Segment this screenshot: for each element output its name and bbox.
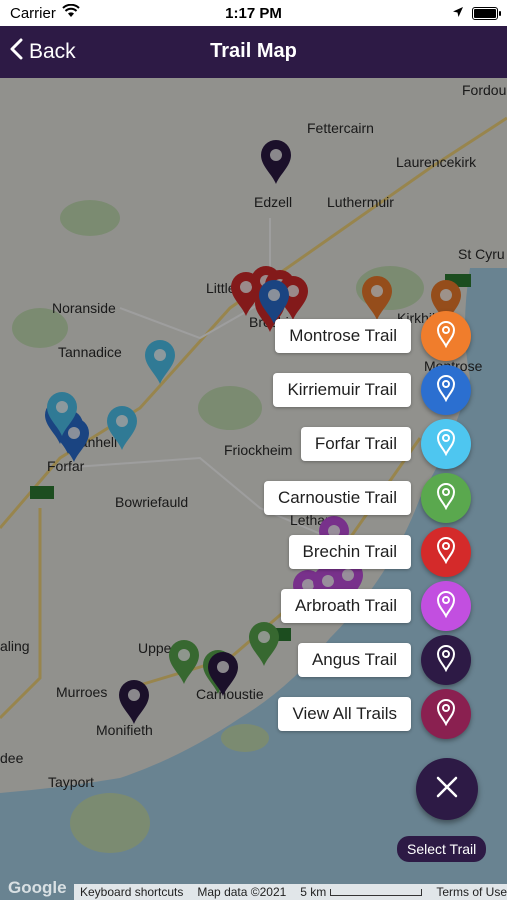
trail-menu-item[interactable]: Forfar Trail: [300, 416, 471, 472]
keyboard-shortcuts-link[interactable]: Keyboard shortcuts: [80, 885, 183, 899]
trail-pin-button[interactable]: [421, 581, 471, 631]
trail-menu-label[interactable]: Brechin Trail: [288, 535, 411, 569]
trail-menu-item[interactable]: Angus Trail: [297, 632, 471, 688]
battery-icon: [472, 7, 501, 20]
close-menu-button[interactable]: [416, 758, 478, 820]
trail-menu-label[interactable]: View All Trails: [278, 697, 411, 731]
close-icon: [435, 775, 459, 804]
map-pin-icon: [435, 644, 457, 677]
trail-pin-button[interactable]: [421, 527, 471, 577]
trail-pin-button[interactable]: [421, 689, 471, 739]
trail-menu-item[interactable]: Kirriemuir Trail: [273, 362, 471, 418]
google-logo: Google: [8, 878, 67, 897]
trail-menu-label[interactable]: Montrose Trail: [275, 319, 411, 353]
trail-menu-item[interactable]: Arbroath Trail: [280, 578, 471, 634]
trail-menu-label[interactable]: Forfar Trail: [300, 427, 411, 461]
scale-bar: [330, 889, 423, 897]
scale-text: 5 km: [300, 885, 327, 899]
status-bar: Carrier 1:17 PM: [0, 0, 507, 26]
trail-menu-label[interactable]: Arbroath Trail: [280, 589, 411, 623]
map-pin-icon: [435, 374, 457, 407]
location-arrow-icon: [452, 5, 464, 22]
scale-label: 5 km: [300, 885, 423, 899]
trail-pin-button[interactable]: [421, 365, 471, 415]
map-footer: Google Keyboard shortcuts Map data ©2021…: [0, 878, 507, 900]
trail-pin-button[interactable]: [421, 473, 471, 523]
trail-menu-item[interactable]: Brechin Trail: [288, 524, 471, 580]
trail-menu-label[interactable]: Kirriemuir Trail: [273, 373, 411, 407]
map-pin-icon: [435, 428, 457, 461]
trail-pin-button[interactable]: [421, 419, 471, 469]
map-pin-icon: [435, 698, 457, 731]
map-pin-icon: [435, 536, 457, 569]
trail-pin-button[interactable]: [421, 311, 471, 361]
navigation-bar: Back Trail Map: [0, 26, 507, 78]
map-view[interactable]: Fettercairn Fordou Edzell Laurencekirk L…: [0, 78, 507, 900]
page-title: Trail Map: [210, 40, 297, 62]
trail-menu-item[interactable]: Carnoustie Trail: [263, 470, 471, 526]
map-data-label: Map data ©2021: [197, 885, 287, 899]
map-pin-icon: [435, 482, 457, 515]
chevron-left-icon: [10, 38, 23, 66]
trail-menu-item[interactable]: View All Trails: [278, 686, 471, 742]
map-attribution-bar: Keyboard shortcuts Map data ©2021 5 km T…: [74, 884, 507, 900]
trail-pin-button[interactable]: [421, 635, 471, 685]
trail-menu-label[interactable]: Carnoustie Trail: [263, 481, 411, 515]
trail-menu-item[interactable]: Montrose Trail: [275, 308, 471, 364]
map-pin-icon: [435, 320, 457, 353]
terms-of-use-link[interactable]: Terms of Use: [436, 885, 507, 899]
back-button[interactable]: Back: [10, 38, 76, 66]
status-time: 1:17 PM: [225, 5, 282, 22]
map-pin-icon: [435, 590, 457, 623]
back-label: Back: [29, 40, 76, 63]
trail-menu-label[interactable]: Angus Trail: [297, 643, 411, 677]
select-trail-label: Select Trail: [397, 836, 487, 862]
